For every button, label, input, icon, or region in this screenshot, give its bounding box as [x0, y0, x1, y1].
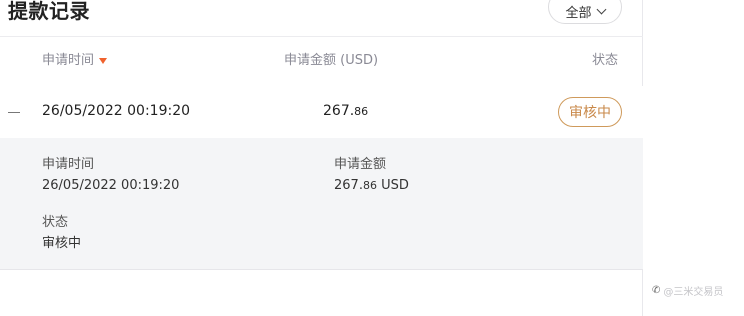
withdrawal-records-panel: 提款记录 全部 申请时间 申请金额 (USD) 状态 26/05/2022 00… — [0, 0, 643, 316]
detail-amount-currency: USD — [376, 178, 409, 193]
detail-time-label: 申请时间 — [42, 157, 95, 172]
watermark: ✆ @三米交易员 — [652, 283, 723, 298]
detail-amount-value: 267.86 USD — [334, 177, 409, 195]
row-time: 26/05/2022 00:19:20 — [42, 103, 191, 119]
row-detail-panel: 申请时间 26/05/2022 00:19:20 申请金额 267.86 USD… — [0, 138, 643, 270]
collapse-icon[interactable] — [8, 110, 20, 116]
column-header-status: 状态 — [592, 53, 619, 68]
platform-logo-icon: ✆ — [652, 285, 661, 296]
status-filter-dropdown[interactable]: 全部 — [548, 0, 622, 24]
filter-label: 全部 — [565, 5, 592, 21]
row-amount-main: 267. — [323, 103, 355, 119]
detail-time-value: 26/05/2022 00:19:20 — [42, 178, 180, 193]
page-title: 提款记录 — [8, 0, 90, 23]
sort-desc-icon — [99, 58, 108, 64]
row-amount: 267.86 — [323, 103, 368, 119]
detail-amount-main: 267. — [334, 178, 363, 193]
chevron-down-icon — [596, 4, 606, 14]
detail-status-label: 状态 — [42, 215, 69, 230]
status-badge: 审核中 — [558, 97, 622, 127]
header-divider — [0, 36, 643, 37]
column-header-amount: 申请金额 (USD) — [284, 53, 379, 68]
watermark-text: @三米交易员 — [663, 287, 724, 298]
column-header-time-label: 申请时间 — [42, 53, 95, 68]
row-amount-cents: 86 — [354, 105, 369, 118]
detail-status-value: 审核中 — [42, 236, 82, 251]
detail-amount-label: 申请金额 — [334, 157, 387, 172]
column-header-time[interactable]: 申请时间 — [42, 52, 108, 70]
table-row[interactable]: 26/05/2022 00:19:20 267.86 审核中 — [0, 86, 643, 138]
detail-amount-cents: 86 — [362, 179, 377, 192]
